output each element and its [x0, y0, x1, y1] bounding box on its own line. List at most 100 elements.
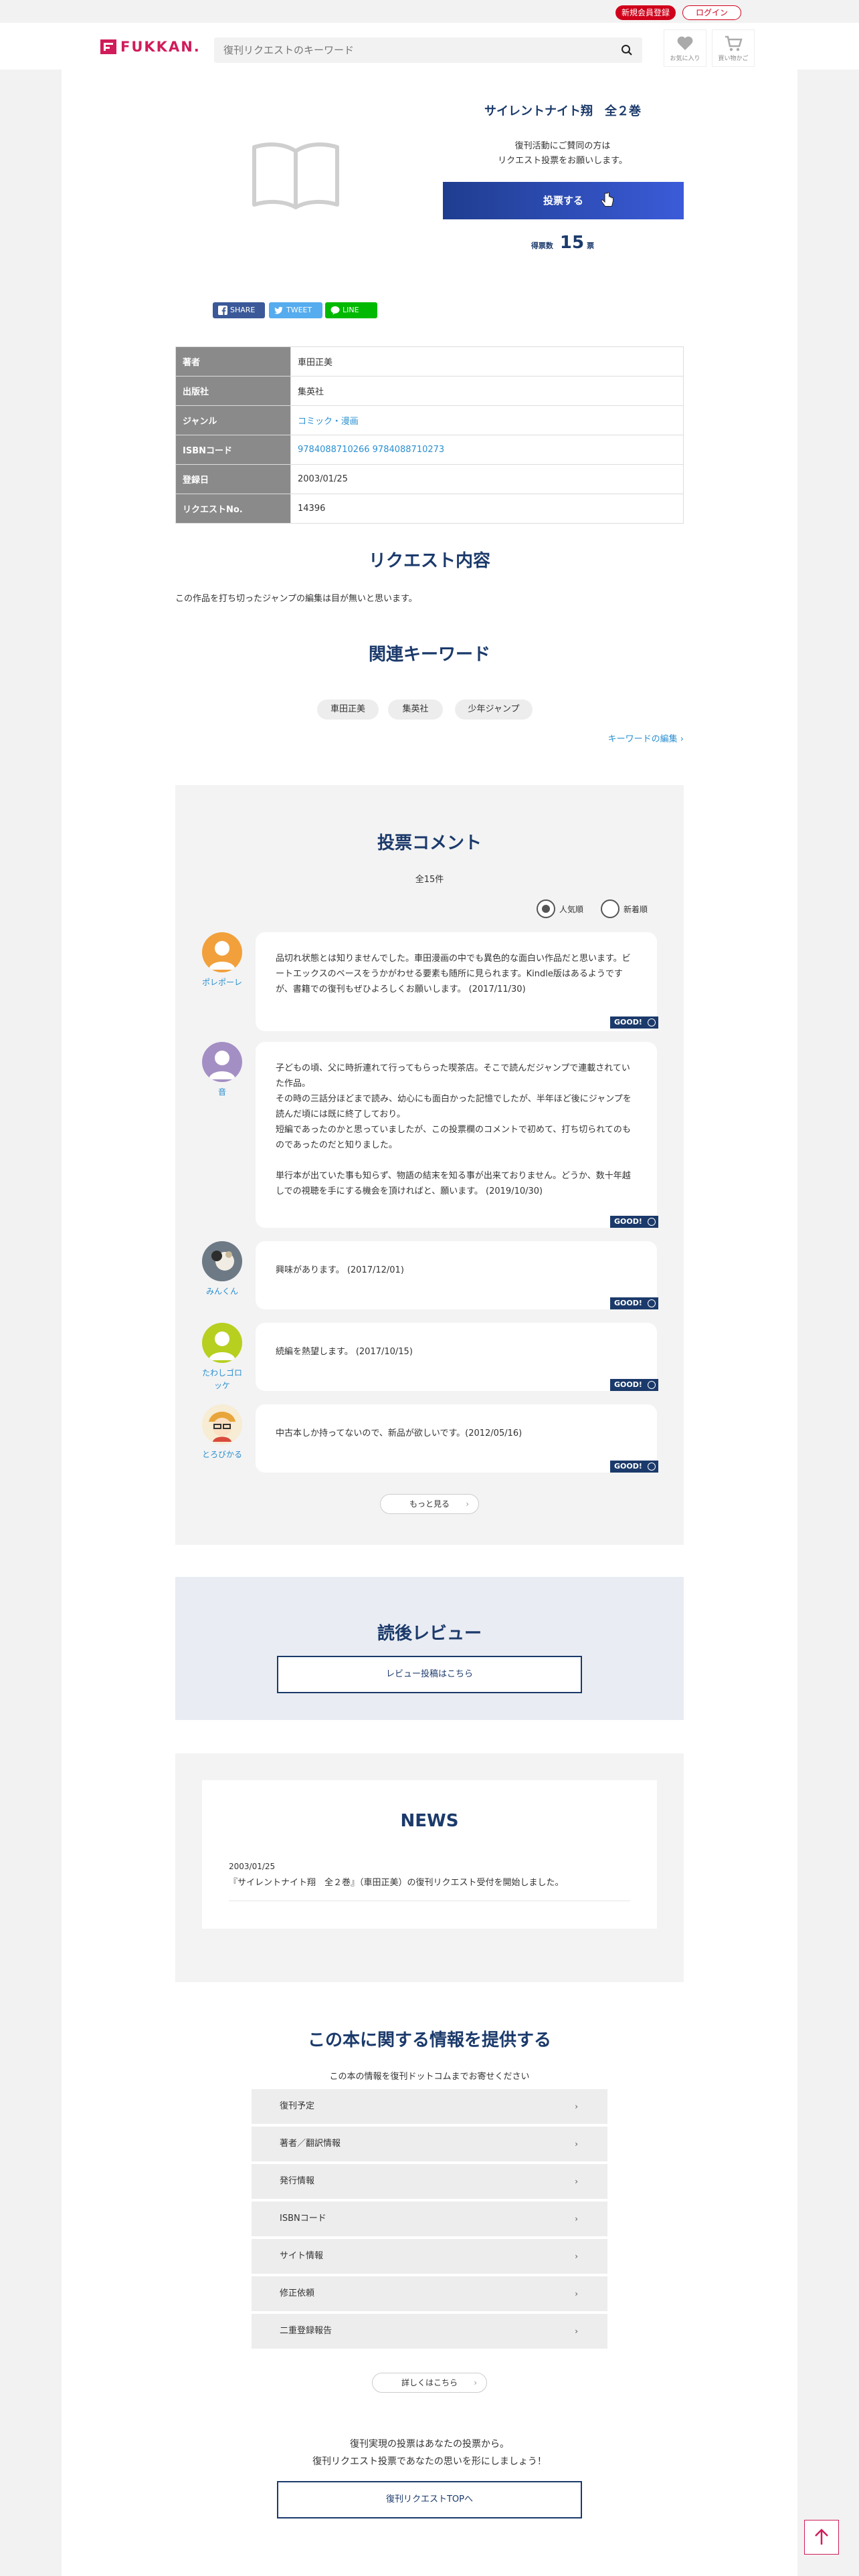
- comment-user-name[interactable]: たわしゴロ ッケ: [197, 1367, 248, 1392]
- provide-item-correction[interactable]: 修正依頼 ›: [252, 2276, 607, 2311]
- provide-item-label: 著者／翻訳情報: [280, 2139, 341, 2149]
- comment-user-name[interactable]: とろびかる: [197, 1448, 248, 1461]
- line-share-button[interactable]: LINE: [325, 302, 377, 318]
- keyword-edit-label: キーワードの編集: [607, 734, 678, 744]
- cart-button[interactable]: 買い物かご: [712, 29, 755, 67]
- review-panel: [175, 1577, 684, 1720]
- provide-item-label: ISBNコード: [280, 2214, 326, 2224]
- comment-user-name[interactable]: 音: [197, 1086, 248, 1099]
- sort-popular-radio[interactable]: 人気順: [537, 899, 583, 919]
- provide-item-publication-info[interactable]: 発行情報 ›: [252, 2164, 607, 2199]
- genre-link[interactable]: コミック・漫画: [298, 417, 359, 427]
- page-top-button[interactable]: [804, 2520, 839, 2555]
- comment-text: 中古本しか持ってないので、新品が欲しいです。(2012/05/16): [276, 1426, 632, 1441]
- sort-new-radio[interactable]: 新着順: [601, 899, 648, 919]
- search-input[interactable]: [214, 37, 602, 63]
- line-share-label: LINE: [343, 306, 359, 314]
- user-silhouette-icon: [209, 941, 235, 970]
- provide-item-duplicate-report[interactable]: 二重登録報告 ›: [252, 2314, 607, 2349]
- keyword-tag[interactable]: 車田正美: [317, 700, 379, 720]
- good-button[interactable]: GOOD!: [610, 1379, 658, 1391]
- keyword-tag[interactable]: 少年ジャンプ: [455, 700, 533, 720]
- comments-section-title: 投票コメント: [377, 833, 482, 853]
- heart-icon: [677, 36, 693, 50]
- info-value-publisher: 集英社: [290, 376, 684, 406]
- good-button[interactable]: GOOD!: [610, 1461, 658, 1473]
- chevron-right-icon: ›: [677, 734, 684, 744]
- comment-line: 子どもの頃、父に時折連れて行ってもらった喫茶店。そこで読んだジャンプで連載されて…: [276, 1063, 630, 1073]
- comment-text: 興味があります。 (2017/12/01): [276, 1263, 632, 1278]
- comment-text: 子どもの頃、父に時折連れて行ってもらった喫茶店。そこで読んだジャンプで連載されて…: [276, 1061, 632, 1199]
- good-button[interactable]: GOOD!: [610, 1216, 658, 1228]
- site-header: FUKKAN. お気に入り 買い物かご: [0, 23, 859, 70]
- provide-subtitle: この本の情報を復刊ドットコムまでお寄せください: [329, 2072, 530, 2082]
- isbn-link[interactable]: 9784088710266 9784088710273: [298, 445, 444, 455]
- provide-item-label: サイト情報: [280, 2251, 324, 2261]
- twitter-share-label: TWEET: [286, 306, 312, 314]
- comment-user-name[interactable]: ポレポーレ: [197, 976, 248, 989]
- twitter-bird-icon: [274, 306, 283, 314]
- avatar: [202, 1404, 242, 1444]
- favorites-button[interactable]: お気に入り: [664, 29, 706, 67]
- facebook-share-button[interactable]: SHARE: [213, 302, 265, 318]
- comment-line: 続編を熱望します。 (2017/10/15): [276, 1347, 413, 1357]
- comment-line: 単行本が出ていた事も知らず、物語の結末を知る事が出来ておりません。どうか、数十年…: [276, 1171, 631, 1181]
- twitter-share-button[interactable]: TWEET: [269, 302, 322, 318]
- vote-desc-line: 復刊活動にご賛同の方は: [514, 141, 611, 151]
- chevron-right-icon: ›: [575, 2177, 578, 2186]
- vote-count: 得票数 15 票: [442, 233, 684, 253]
- comment-line: 読んだ頃には既に終了しており。: [276, 1109, 405, 1119]
- comment-user-name[interactable]: みんくん: [197, 1285, 248, 1298]
- table-row: 登録日 2003/01/25: [175, 464, 684, 494]
- request-top-button[interactable]: 復刊リクエストTOPへ: [277, 2481, 582, 2518]
- footer-message-line: 復刊実現の投票はあなたの投票から。: [350, 2439, 509, 2450]
- more-comments-button[interactable]: もっと見る ›: [380, 1494, 479, 1514]
- cart-label: 買い物かご: [718, 56, 749, 62]
- good-circle-icon: [648, 1463, 656, 1471]
- keyword-edit-link[interactable]: キーワードの編集 ›: [602, 732, 684, 744]
- keyword-tag[interactable]: 集英社: [388, 700, 443, 720]
- comment-line: た作品。: [276, 1079, 311, 1089]
- chevron-right-icon: ›: [575, 2139, 578, 2149]
- avatar: [202, 932, 242, 972]
- info-value-author: 車田正美: [290, 346, 684, 377]
- good-circle-icon: [648, 1299, 656, 1307]
- hand-cursor-icon: [601, 192, 613, 207]
- details-button[interactable]: 詳しくはこちら ›: [372, 2373, 487, 2393]
- provide-item-author-info[interactable]: 著者／翻訳情報 ›: [252, 2127, 607, 2161]
- register-button[interactable]: 新規会員登録: [615, 5, 676, 20]
- table-row: 出版社 集英社: [175, 376, 684, 406]
- user-silhouette-icon: [209, 1051, 235, 1079]
- chevron-right-icon: ›: [575, 2289, 578, 2298]
- info-label-publisher: 出版社: [175, 376, 291, 406]
- facebook-icon: [218, 306, 227, 315]
- vote-button[interactable]: 投票する: [443, 182, 684, 219]
- avatar-photo-icon: [202, 1241, 242, 1281]
- favorites-label: お気に入り: [670, 56, 700, 62]
- review-post-button[interactable]: レビュー投稿はこちら: [277, 1656, 582, 1693]
- info-label-author: 著者: [175, 346, 291, 377]
- search-icon[interactable]: [621, 44, 633, 56]
- good-button[interactable]: GOOD!: [610, 1297, 658, 1309]
- comment-line: ートエックスのベースをうかがわせる要素も随所に見られます。Kindle版はあるよ…: [276, 969, 623, 979]
- vote-count-unit: 票: [587, 241, 595, 250]
- comment-line: が、書籍での復刊もぜひよろしくお願いします。 (2017/11/30): [276, 984, 526, 994]
- details-label: 詳しくはこちら: [401, 2378, 458, 2387]
- site-logo[interactable]: FUKKAN.: [100, 39, 201, 55]
- book-title: サイレントナイト翔 全２巻: [484, 104, 641, 118]
- provide-item-reprint-plan[interactable]: 復刊予定 ›: [252, 2089, 607, 2124]
- vote-desc-line: リクエスト投票をお願いします。: [498, 156, 628, 166]
- comment-line: [276, 1153, 632, 1168]
- provide-item-site-info[interactable]: サイト情報 ›: [252, 2239, 607, 2274]
- comment-line: 興味があります。 (2017/12/01): [276, 1265, 404, 1275]
- provide-item-label: 修正依頼: [280, 2288, 315, 2298]
- news-text[interactable]: 『サイレントナイト翔 全２巻』（車田正美）の復刊リクエスト受付を開始しました。: [229, 1875, 630, 1888]
- table-row: ジャンル コミック・漫画: [175, 405, 684, 435]
- good-button[interactable]: GOOD!: [610, 1016, 658, 1029]
- login-button[interactable]: ログイン: [682, 5, 741, 20]
- radio-unselected-icon: [601, 899, 619, 918]
- comment-line: のであったのだと知りました。: [276, 1140, 397, 1150]
- provide-item-isbn[interactable]: ISBNコード ›: [252, 2202, 607, 2236]
- chevron-right-icon: ›: [575, 2214, 578, 2224]
- facebook-share-label: SHARE: [230, 306, 256, 314]
